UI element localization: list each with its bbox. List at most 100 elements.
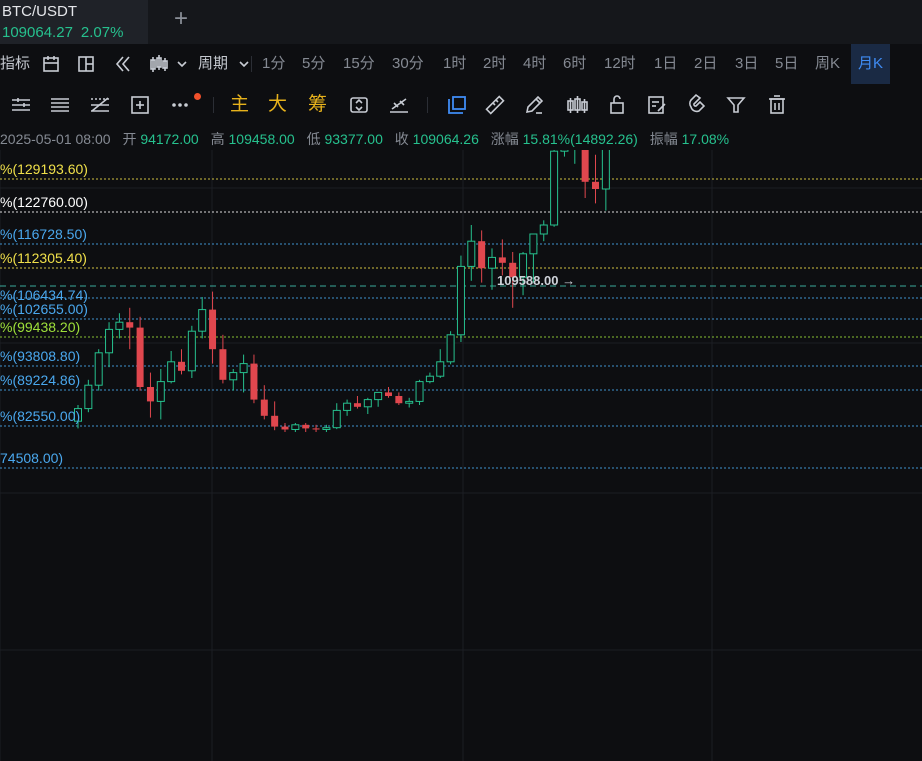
candle[interactable] <box>395 392 403 405</box>
period-2日[interactable]: 2日 <box>694 44 717 84</box>
candle[interactable] <box>209 291 217 364</box>
candle[interactable] <box>250 354 258 404</box>
parallel-lines-icon[interactable] <box>48 93 72 117</box>
period-6时[interactable]: 6时 <box>563 44 586 84</box>
magnet-icon[interactable] <box>685 93 709 117</box>
candle[interactable] <box>239 354 248 393</box>
fibonacci-icon[interactable] <box>88 93 112 117</box>
period-dropdown[interactable]: 周期 <box>198 44 228 84</box>
candle[interactable] <box>560 150 569 157</box>
ruler-icon[interactable] <box>483 93 507 117</box>
candle-body <box>456 265 465 336</box>
period-5分[interactable]: 5分 <box>302 44 325 84</box>
candle[interactable] <box>581 150 589 198</box>
candle[interactable] <box>291 423 300 432</box>
period-12时[interactable]: 12时 <box>604 44 636 84</box>
candle[interactable] <box>456 255 465 342</box>
volume-indicator-button[interactable]: 大 <box>268 93 287 117</box>
period-1日[interactable]: 1日 <box>654 44 677 84</box>
candle-body <box>146 387 154 402</box>
candle[interactable] <box>498 239 506 276</box>
amplitude-value: 17.08% <box>681 131 730 147</box>
candle[interactable] <box>415 379 424 405</box>
candle[interactable] <box>436 349 445 378</box>
indicator-trend-icon[interactable] <box>387 93 411 117</box>
period-4时[interactable]: 4时 <box>523 44 546 84</box>
candle[interactable] <box>332 403 341 430</box>
trash-icon[interactable] <box>765 93 789 117</box>
candle[interactable] <box>571 150 578 164</box>
period-30分[interactable]: 30分 <box>392 44 424 84</box>
period-周K[interactable]: 周K <box>815 44 840 84</box>
horizontal-lines-icon[interactable] <box>9 93 33 117</box>
candle[interactable] <box>343 399 352 416</box>
period-2时[interactable]: 2时 <box>483 44 506 84</box>
chip-distribution-button[interactable]: 筹 <box>308 93 327 117</box>
period-1分[interactable]: 1分 <box>262 44 285 84</box>
candle[interactable] <box>405 397 414 408</box>
candle-body <box>529 233 538 255</box>
candlestick-chart[interactable]: %(129193.60) %(122760.00) %(116728.50) %(11… <box>0 150 922 761</box>
candle[interactable] <box>425 372 434 384</box>
candle[interactable] <box>198 297 207 339</box>
pencil-icon[interactable] <box>522 93 546 117</box>
measure-icon[interactable] <box>128 93 152 117</box>
candle-body <box>229 372 238 381</box>
candle[interactable] <box>539 220 548 242</box>
candle[interactable] <box>446 331 455 365</box>
edit-note-icon[interactable] <box>645 93 669 117</box>
period-月K[interactable]: 月K <box>851 44 891 84</box>
candle-body <box>198 309 207 332</box>
sync-icon[interactable] <box>347 93 371 117</box>
level-label: 74508.00) <box>0 450 64 466</box>
candle[interactable] <box>488 248 496 290</box>
candle[interactable] <box>374 391 383 407</box>
layout-icon[interactable] <box>74 52 98 76</box>
candle[interactable] <box>187 325 196 378</box>
replay-icon[interactable] <box>111 52 135 76</box>
candle[interactable] <box>550 150 559 227</box>
candle[interactable] <box>84 379 93 413</box>
candle[interactable] <box>271 401 279 431</box>
candle[interactable] <box>115 313 124 339</box>
candle-body <box>187 330 196 372</box>
low-value: 93377.00 <box>324 131 383 147</box>
candle[interactable] <box>385 387 392 398</box>
candle[interactable] <box>156 369 165 420</box>
candle[interactable] <box>219 334 227 384</box>
calendar-icon[interactable] <box>39 52 63 76</box>
period-15分[interactable]: 15分 <box>343 44 375 84</box>
chart-canvas[interactable] <box>0 150 922 761</box>
candle[interactable] <box>229 369 238 391</box>
candle[interactable] <box>601 150 610 211</box>
candle[interactable] <box>478 230 486 283</box>
filter-icon[interactable] <box>724 93 748 117</box>
level-label: %(116728.50) <box>0 226 87 242</box>
symbol-tab[interactable]: BTC/USDT 109064.27 2.07% <box>0 0 148 44</box>
lock-icon[interactable] <box>605 93 629 117</box>
candle[interactable] <box>136 316 144 391</box>
candle[interactable] <box>105 322 114 368</box>
candle[interactable] <box>353 396 361 409</box>
plus-icon[interactable]: + <box>170 6 192 32</box>
candle[interactable] <box>167 351 176 384</box>
candle-tool-icon[interactable] <box>565 93 589 117</box>
period-5日[interactable]: 5日 <box>775 44 798 84</box>
candle-body <box>353 403 361 407</box>
more-icon[interactable] <box>168 93 192 117</box>
chevron-down-icon[interactable] <box>170 52 187 76</box>
candle[interactable] <box>281 423 289 432</box>
period-3日[interactable]: 3日 <box>735 44 758 84</box>
copy-layer-icon[interactable] <box>445 93 469 117</box>
candle[interactable] <box>94 349 103 391</box>
candle[interactable] <box>467 225 476 281</box>
candle-type-icon[interactable] <box>147 52 171 76</box>
candle[interactable] <box>178 349 185 375</box>
main-indicator-button[interactable]: 主 <box>230 93 249 117</box>
candle[interactable] <box>302 423 310 432</box>
indicator-button[interactable]: 指标 <box>0 44 30 84</box>
candle[interactable] <box>146 372 154 418</box>
candle[interactable] <box>363 397 372 414</box>
period-chevron-down-icon[interactable] <box>232 52 249 76</box>
period-1时[interactable]: 1时 <box>443 44 466 84</box>
